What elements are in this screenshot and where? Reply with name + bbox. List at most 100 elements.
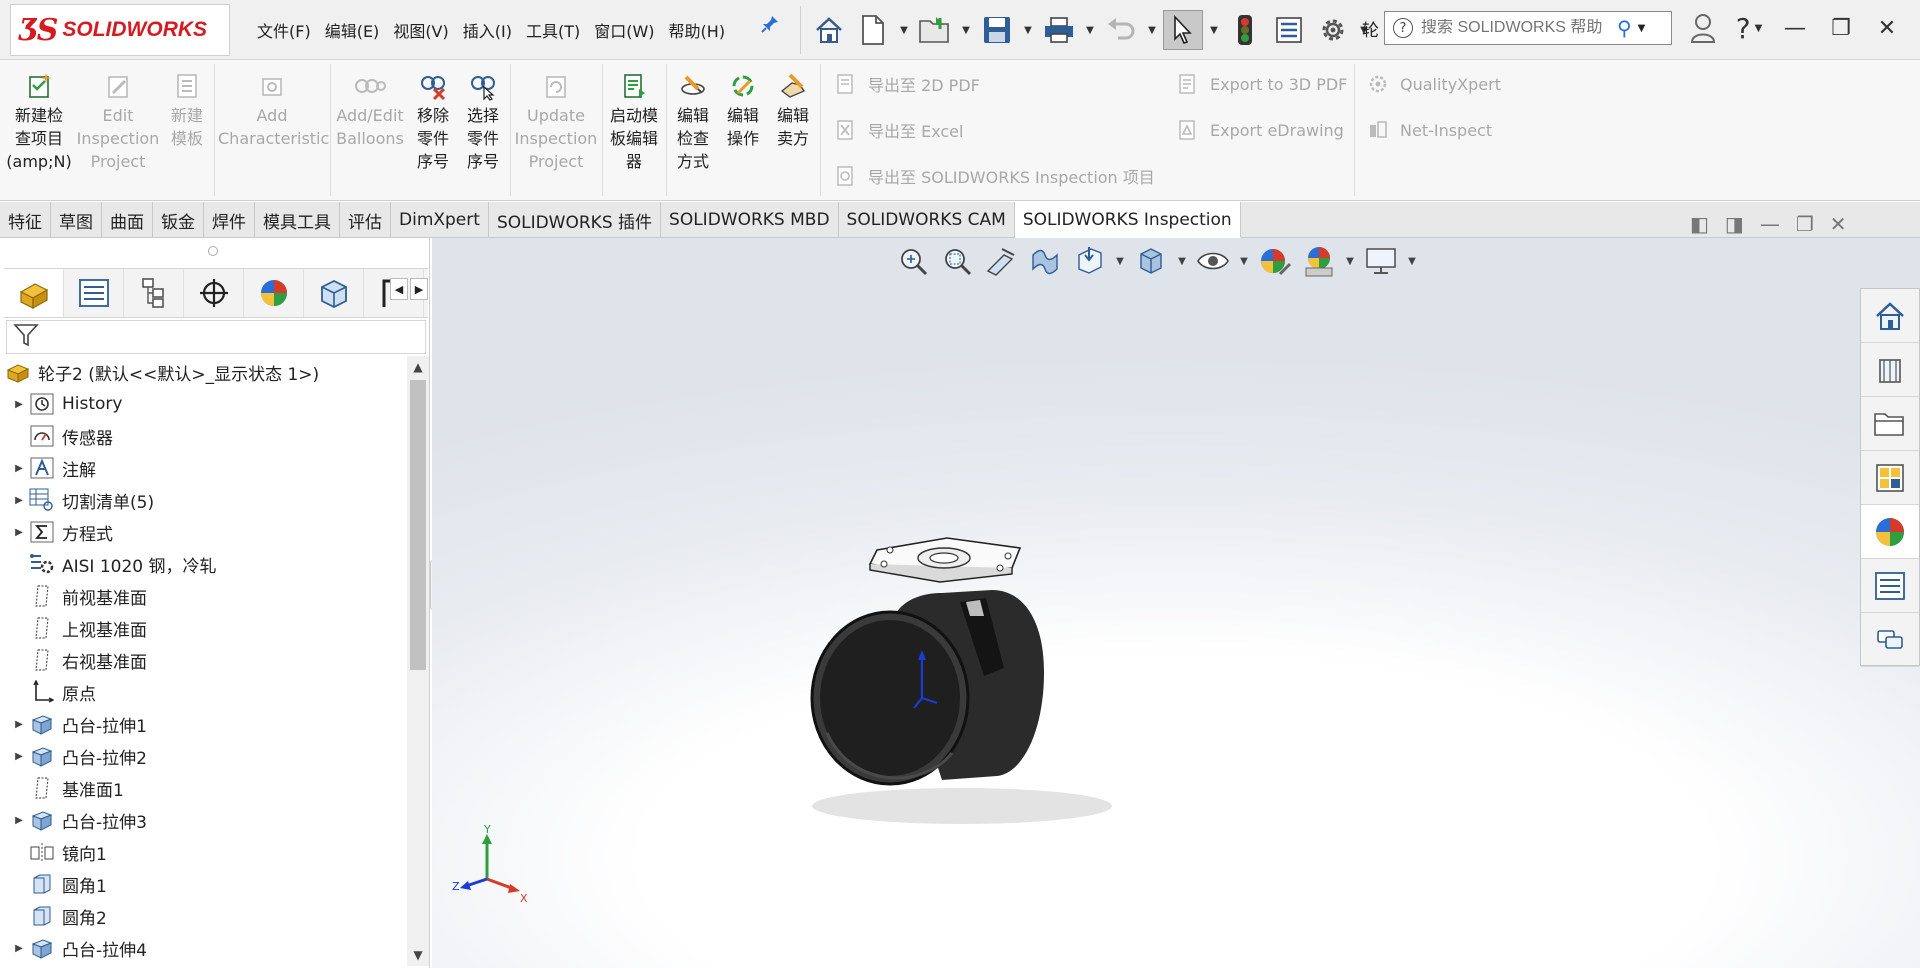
restore-icon[interactable]: ❐ <box>1818 6 1864 50</box>
tree-item-top-plane[interactable]: 上视基准面 <box>0 612 405 644</box>
chevron-down-icon[interactable]: ▼ <box>1021 25 1035 36</box>
tree-filter-box[interactable] <box>6 320 426 354</box>
chevron-down-icon[interactable]: ▼ <box>1406 256 1418 267</box>
doc-close-icon[interactable]: ✕ <box>1830 212 1847 236</box>
file-explorer-icon[interactable] <box>1861 397 1919 451</box>
tab-features[interactable]: 特征 <box>0 202 51 238</box>
chevron-down-icon[interactable]: ▼ <box>1145 25 1159 36</box>
section-view-icon[interactable] <box>1026 242 1064 280</box>
scroll-thumb[interactable] <box>410 380 426 670</box>
tree-item-sensors[interactable]: 传感器 <box>0 420 405 452</box>
export-3d-pdf-button[interactable]: Export to 3D PDF <box>1176 72 1347 96</box>
help-search-box[interactable]: ? ⚲ ▼ <box>1384 11 1672 45</box>
export-2d-pdf-button[interactable]: 导出至 2D PDF <box>834 72 980 96</box>
chevron-left-icon[interactable]: ◀ <box>390 278 408 300</box>
view-orientation-icon[interactable] <box>1070 242 1108 280</box>
solidworks-logo[interactable]: ƷS SOLIDWORKS <box>10 4 230 56</box>
tree-item-origin[interactable]: 原点 <box>0 676 405 708</box>
open-folder-icon[interactable] <box>915 10 955 50</box>
file-properties-icon[interactable] <box>1269 10 1309 50</box>
previous-view-icon[interactable] <box>982 242 1020 280</box>
expand-arrow-icon[interactable]: ▶ <box>10 719 28 730</box>
tree-item-front-plane[interactable]: 前视基准面 <box>0 580 405 612</box>
property-manager-tab[interactable] <box>64 269 124 317</box>
doc-minimize-icon[interactable]: — <box>1760 212 1780 236</box>
solidworks-resources-icon[interactable] <box>1861 289 1919 343</box>
scroll-down-icon[interactable]: ▼ <box>407 944 429 966</box>
tile-left-icon[interactable]: ◧ <box>1690 212 1709 236</box>
update-inspection-project-button[interactable]: Update Inspection Project <box>514 68 598 173</box>
edit-appearance-icon[interactable] <box>1256 242 1294 280</box>
user-account-icon[interactable] <box>1680 6 1726 50</box>
chevron-down-icon[interactable]: ▼ <box>1344 256 1356 267</box>
doc-restore-icon[interactable]: ❐ <box>1796 212 1814 236</box>
tab-sketch[interactable]: 草图 <box>51 202 102 238</box>
tab-evaluate[interactable]: 评估 <box>340 202 391 238</box>
tree-scrollbar[interactable]: ▲ ▼ <box>407 356 429 966</box>
menu-edit[interactable]: 编辑(E) <box>318 16 387 44</box>
undo-icon[interactable] <box>1101 10 1141 50</box>
qualityxpert-button[interactable]: QualityXpert <box>1366 72 1501 96</box>
tree-item-history[interactable]: ▶ History <box>0 388 405 420</box>
search-icon[interactable]: ⚲ <box>1617 16 1632 40</box>
edit-inspection-project-button[interactable]: Edit Inspection Project <box>76 68 160 173</box>
menu-tools[interactable]: 工具(T) <box>519 16 587 44</box>
tree-item-equations[interactable]: ▶ 方程式 <box>0 516 405 548</box>
minimize-icon[interactable]: — <box>1772 6 1818 50</box>
menu-file[interactable]: 文件(F) <box>250 16 318 44</box>
zoom-to-fit-icon[interactable] <box>894 242 932 280</box>
apply-scene-icon[interactable] <box>1300 242 1338 280</box>
tree-item-annotations[interactable]: ▶ 注解 <box>0 452 405 484</box>
select-balloon-button[interactable]: 选择 零件 序号 <box>460 68 506 173</box>
filter-icon[interactable] <box>13 322 39 353</box>
menu-view[interactable]: 视图(V) <box>386 16 455 44</box>
tab-solidworks-cam[interactable]: SOLIDWORKS CAM <box>839 202 1015 238</box>
hide-show-items-icon[interactable] <box>1194 242 1232 280</box>
save-icon[interactable] <box>977 10 1017 50</box>
view-palette-icon[interactable] <box>1861 451 1919 505</box>
tab-weldments[interactable]: 焊件 <box>204 202 255 238</box>
panel-grip[interactable] <box>208 246 218 256</box>
chevron-down-icon[interactable]: ▼ <box>959 25 973 36</box>
pin-icon[interactable] <box>760 14 780 39</box>
chevron-down-icon[interactable]: ▼ <box>1207 25 1221 36</box>
edit-vendor-button[interactable]: 编辑 卖方 <box>770 68 816 150</box>
scroll-up-icon[interactable]: ▲ <box>407 356 429 378</box>
help-search-input[interactable] <box>1421 19 1611 37</box>
chevron-down-icon[interactable]: ▼ <box>1638 23 1646 34</box>
tree-item-material[interactable]: AISI 1020 钢，冷轧 <box>0 548 405 580</box>
chevron-down-icon[interactable]: ▼ <box>1083 25 1097 36</box>
edit-operation-button[interactable]: 编辑 操作 <box>720 68 766 150</box>
close-icon[interactable]: ✕ <box>1864 6 1910 50</box>
graphics-area[interactable]: ▼ ▼ ▼ ▼ ▼ Y X Z <box>432 238 1920 968</box>
rebuild-traffic-light-icon[interactable] <box>1225 10 1265 50</box>
expand-arrow-icon[interactable]: ▶ <box>10 815 28 826</box>
add-characteristic-button[interactable]: Add Characteristic <box>218 68 329 150</box>
launch-template-editor-button[interactable]: 启动模 板编辑 器 <box>606 68 662 173</box>
custom-properties-icon[interactable] <box>1861 559 1919 613</box>
menu-window[interactable]: 窗口(W) <box>587 16 661 44</box>
edit-inspection-method-button[interactable]: 编辑 检查 方式 <box>670 68 716 173</box>
cam-feature-tree-tab[interactable] <box>304 269 364 317</box>
chevron-down-icon[interactable]: ▼ <box>1176 256 1188 267</box>
chevron-down-icon[interactable]: ▼ <box>897 25 911 36</box>
expand-arrow-icon[interactable]: ▶ <box>10 943 28 954</box>
chevron-right-icon[interactable]: ▶ <box>410 278 428 300</box>
expand-arrow-icon[interactable]: ▶ <box>10 399 28 410</box>
tab-surfaces[interactable]: 曲面 <box>102 202 153 238</box>
expand-arrow-icon[interactable]: ▶ <box>10 463 28 474</box>
tab-solidworks-inspection[interactable]: SOLIDWORKS Inspection <box>1014 202 1241 238</box>
caster-wheel-model[interactable] <box>772 498 1132 843</box>
tree-item-plane1[interactable]: 基准面1 <box>0 772 405 804</box>
new-document-icon[interactable] <box>853 10 893 50</box>
tree-item-boss-extrude2[interactable]: ▶ 凸台-拉伸2 <box>0 740 405 772</box>
design-library-icon[interactable] <box>1861 343 1919 397</box>
net-inspect-button[interactable]: Net-Inspect <box>1366 118 1492 142</box>
tree-item-mirror1[interactable]: 镜向1 <box>0 836 405 868</box>
tree-item-cut-list[interactable]: ▶ 切割清单(5) <box>0 484 405 516</box>
expand-arrow-icon[interactable]: ▶ <box>10 751 28 762</box>
expand-arrow-icon[interactable]: ▶ <box>10 527 28 538</box>
dimxpert-manager-tab[interactable] <box>184 269 244 317</box>
add-edit-balloons-button[interactable]: Add/Edit Balloons <box>334 68 406 150</box>
solidworks-forum-icon[interactable] <box>1861 613 1919 667</box>
